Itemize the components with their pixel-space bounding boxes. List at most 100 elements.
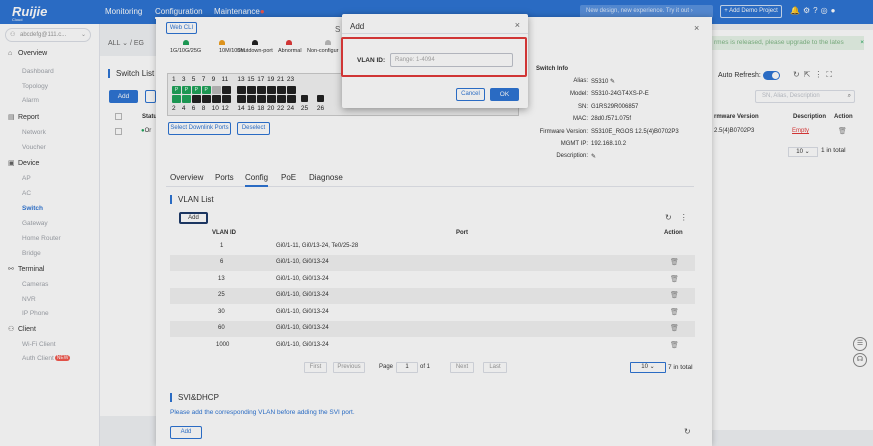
svi-refresh-icon[interactable]: ↻ xyxy=(684,427,691,436)
language-icon[interactable]: ◎ xyxy=(821,6,831,15)
tab-diagnose[interactable]: Diagnose xyxy=(309,173,343,182)
port-18[interactable] xyxy=(257,95,267,103)
sidebar-sub-home-router[interactable]: Home Router xyxy=(22,235,61,242)
trash-icon[interactable]: 🗑 xyxy=(670,308,679,316)
columns-settings-icon[interactable]: ⋮ xyxy=(680,213,696,222)
add-demo-project-button[interactable]: + Add Demo Project xyxy=(720,5,782,18)
sidebar-sub-ac[interactable]: AC xyxy=(22,190,31,197)
port-16[interactable] xyxy=(247,95,257,103)
port-1[interactable]: P xyxy=(172,86,181,94)
tab-config[interactable]: Config xyxy=(245,173,269,187)
sidebar-sub-nvr[interactable]: NVR xyxy=(22,296,36,303)
port-7[interactable]: P xyxy=(201,86,211,94)
page-size-select[interactable]: 10 ⌄ xyxy=(788,147,818,157)
ruijie-logo[interactable]: Ruijie Cloud xyxy=(12,4,47,22)
sidebar-sub-wifi-client[interactable]: Wi-Fi Client xyxy=(22,341,56,348)
trash-icon[interactable]: 🗑 xyxy=(670,291,679,299)
trash-icon[interactable]: 🗑 xyxy=(670,324,679,332)
port-13[interactable] xyxy=(237,86,247,94)
tab-ports[interactable]: Ports xyxy=(215,173,234,182)
refresh-icon[interactable]: ↻ xyxy=(665,213,680,222)
user-icon[interactable]: ● xyxy=(831,6,839,15)
support-icon[interactable]: ☊ xyxy=(853,353,867,367)
port-21[interactable] xyxy=(277,86,286,94)
sidebar-sub-ip-phone[interactable]: IP Phone xyxy=(22,310,49,317)
port-14[interactable] xyxy=(237,95,247,103)
sidebar-sub-auth-client[interactable]: Auth Client NEW xyxy=(22,355,71,362)
tab-poe[interactable]: PoE xyxy=(281,173,296,182)
description-empty-link[interactable]: Empty xyxy=(792,128,809,134)
port-9[interactable] xyxy=(211,86,221,94)
trash-icon[interactable]: 🗑 xyxy=(670,341,679,349)
edit-icon[interactable]: ✎ xyxy=(610,79,615,85)
columns-icon[interactable]: ⋮ xyxy=(814,70,826,79)
port-5[interactable]: P xyxy=(191,86,201,94)
nav-monitoring[interactable]: Monitoring xyxy=(105,7,142,16)
port-22[interactable] xyxy=(277,95,286,103)
port-26[interactable] xyxy=(316,95,324,102)
port-4[interactable] xyxy=(181,95,191,103)
notification-icon[interactable]: 🔔 xyxy=(790,6,803,15)
close-icon[interactable]: × xyxy=(515,20,520,30)
trash-icon[interactable]: 🗑 xyxy=(670,258,679,266)
vlan-id-input[interactable]: Range: 1-4094 xyxy=(390,53,513,67)
trash-icon[interactable]: 🗑 xyxy=(670,275,679,283)
close-icon[interactable]: × xyxy=(860,36,864,50)
port-2[interactable] xyxy=(172,95,181,103)
next-page-button[interactable]: Next xyxy=(450,362,474,373)
page-size-select[interactable]: 10 ⌄ xyxy=(630,362,666,373)
select-downlink-ports-button[interactable]: Select Downlink Ports xyxy=(168,122,231,135)
add-switch-button[interactable]: Add xyxy=(109,90,138,103)
account-selector[interactable]: ⚇ abcdefg@111.c... ⌄ xyxy=(5,28,91,42)
tab-overview[interactable]: Overview xyxy=(170,173,203,182)
port-25[interactable] xyxy=(300,95,308,102)
sidebar-sub-switch[interactable]: Switch xyxy=(22,205,43,212)
sidebar-item-terminal[interactable]: ⚯ Terminal xyxy=(8,265,44,273)
fullscreen-icon[interactable]: ⛶ xyxy=(826,70,836,79)
select-all-checkbox[interactable] xyxy=(115,113,122,120)
sidebar-sub-topology[interactable]: Topology xyxy=(22,83,48,90)
ok-button[interactable]: OK xyxy=(490,88,519,101)
sidebar-item-report[interactable]: ▤ Report xyxy=(8,113,39,121)
port-20[interactable] xyxy=(267,95,277,103)
sidebar-sub-alarm[interactable]: Alarm xyxy=(22,97,39,104)
breadcrumb-all[interactable]: ALL xyxy=(108,40,120,47)
export-icon[interactable]: ⇱ xyxy=(804,70,815,79)
cancel-button[interactable]: Cancel xyxy=(456,88,485,101)
trash-icon[interactable]: 🗑 xyxy=(838,127,847,135)
port-17[interactable] xyxy=(257,86,267,94)
port-24[interactable] xyxy=(286,95,296,103)
port-23[interactable] xyxy=(286,86,296,94)
last-page-button[interactable]: Last xyxy=(483,362,507,373)
refresh-icon[interactable]: ↻ xyxy=(793,70,804,79)
port-8[interactable] xyxy=(201,95,211,103)
sidebar-item-device[interactable]: ▣ Device xyxy=(8,159,39,167)
search-input[interactable]: SN, Alias, Description ⌕ xyxy=(755,90,855,103)
help-icon[interactable]: ? xyxy=(813,6,820,15)
deselect-button[interactable]: Deselect xyxy=(237,122,270,135)
port-10[interactable] xyxy=(211,95,221,103)
settings-icon[interactable]: ⚙ xyxy=(803,6,813,15)
drawer-close-icon[interactable]: × xyxy=(694,23,699,33)
sidebar-item-overview[interactable]: ⌂ Overview xyxy=(8,50,47,57)
port-15[interactable] xyxy=(247,86,257,94)
port-19[interactable] xyxy=(267,86,277,94)
first-page-button[interactable]: First xyxy=(304,362,327,373)
sidebar-sub-bridge[interactable]: Bridge xyxy=(22,250,41,257)
row-checkbox[interactable] xyxy=(115,128,122,135)
nav-maintenance[interactable]: Maintenance● xyxy=(214,7,265,16)
more-button[interactable] xyxy=(145,90,156,103)
chat-icon[interactable]: ☰ xyxy=(853,337,867,351)
auto-refresh-toggle[interactable] xyxy=(763,71,780,80)
sidebar-sub-gateway[interactable]: Gateway xyxy=(22,220,48,227)
port-3[interactable]: P xyxy=(181,86,191,94)
description-edit-icon[interactable]: ✎ xyxy=(591,153,596,160)
port-11[interactable] xyxy=(221,86,231,94)
sidebar-sub-voucher[interactable]: Voucher xyxy=(22,144,46,151)
sidebar-sub-cameras[interactable]: Cameras xyxy=(22,281,48,288)
sidebar-sub-ap[interactable]: AP xyxy=(22,175,31,182)
web-cli-button[interactable]: Web CLI xyxy=(166,22,197,34)
page-number-input[interactable]: 1 xyxy=(396,362,418,373)
add-vlan-button[interactable]: Add xyxy=(179,212,208,224)
port-6[interactable] xyxy=(191,95,201,103)
